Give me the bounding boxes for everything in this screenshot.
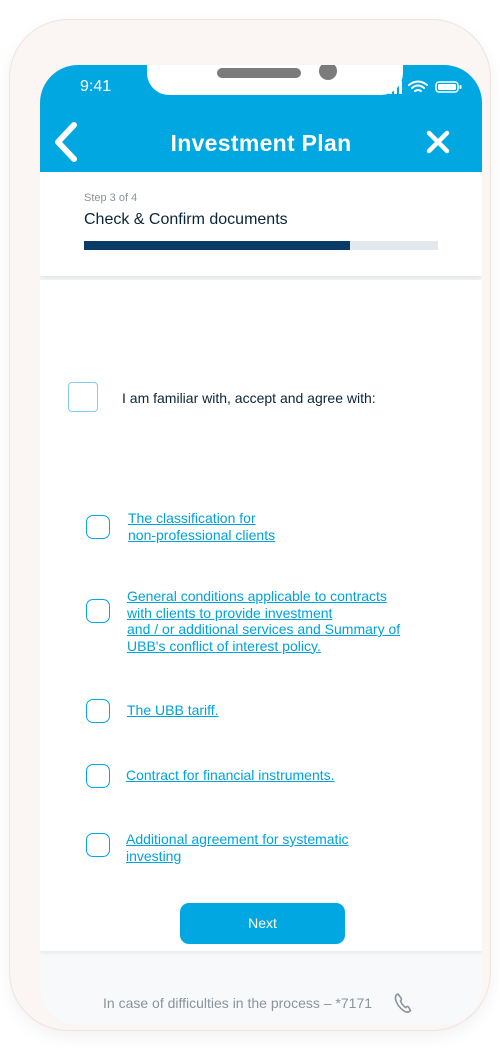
battery-icon: [435, 81, 462, 93]
document-link[interactable]: Additional agreement for systematic inve…: [126, 831, 349, 864]
document-checkbox[interactable]: [86, 833, 110, 857]
phone-frame: 9:41 Investment Plan Step 3 of 4 Check &…: [10, 20, 490, 1030]
accept-all-checkbox[interactable]: [68, 382, 98, 412]
page-title: Investment Plan: [170, 130, 352, 156]
speaker-icon: [217, 68, 301, 78]
accept-all-label: I am familiar with, accept and agree wit…: [122, 390, 376, 406]
progress-bar-fill: [84, 241, 350, 250]
close-icon[interactable]: [423, 127, 453, 157]
signal-bar-4: [399, 81, 402, 94]
app-header: 9:41 Investment Plan: [40, 65, 482, 172]
status-time: 9:41: [80, 78, 112, 95]
signal-bar-3: [394, 84, 397, 94]
document-link[interactable]: General conditions applicable to contrac…: [127, 588, 400, 654]
document-checkbox[interactable]: [86, 699, 110, 723]
camera-icon: [319, 65, 337, 80]
next-button[interactable]: Next: [180, 903, 345, 944]
action-bar: Next: [40, 891, 482, 951]
document-link[interactable]: Contract for financial instruments.: [126, 767, 335, 784]
signal-bar-1: [384, 90, 387, 94]
signal-bar-2: [389, 87, 392, 94]
document-link[interactable]: The UBB tariff.: [127, 702, 219, 719]
step-card: Step 3 of 4 Check & Confirm documents: [40, 172, 482, 276]
status-icons: [384, 80, 462, 94]
support-hint: In case of difficulties in the process –…: [103, 993, 412, 1015]
step-counter: Step 3 of 4: [84, 192, 138, 204]
document-checkbox[interactable]: [86, 599, 110, 623]
documents-panel: I am familiar with, accept and agree wit…: [40, 280, 482, 892]
device-notch: [147, 65, 403, 95]
document-link[interactable]: The classification for non-professional …: [128, 510, 275, 543]
document-checkbox[interactable]: [86, 764, 110, 788]
app-screen: 9:41 Investment Plan Step 3 of 4 Check &…: [40, 65, 482, 1025]
document-checkbox[interactable]: [86, 515, 110, 539]
support-text: In case of difficulties in the process –…: [103, 995, 373, 1011]
step-title: Check & Confirm documents: [84, 211, 288, 228]
wifi-icon: [408, 80, 428, 92]
phone-icon[interactable]: [393, 992, 413, 1014]
progress-bar: [84, 241, 438, 250]
